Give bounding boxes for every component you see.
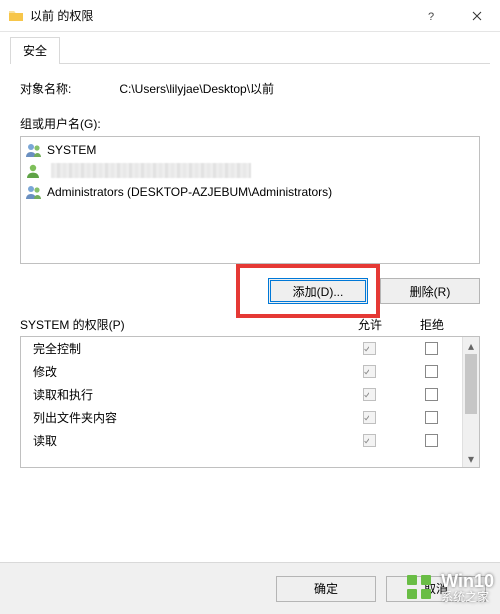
allow-checkbox[interactable] [363,411,376,424]
dialog-button-bar: 确定 取消 [0,562,500,614]
object-path: C:\Users\lilyjae\Desktop\以前 [119,80,274,97]
allow-checkbox[interactable] [363,434,376,447]
groups-label: 组或用户名(G): [20,115,480,132]
list-item-label: Administrators (DESKTOP-AZJEBUM\Administ… [47,185,332,199]
permission-name: 列出文件夹内容 [33,409,338,426]
svg-text:?: ? [428,11,434,21]
help-button[interactable]: ? [408,0,454,32]
permission-row: 列出文件夹内容 [21,406,462,429]
scroll-thumb[interactable] [465,354,477,414]
deny-column-header: 拒绝 [401,316,463,333]
scroll-up-arrow[interactable]: ▴ [463,337,479,354]
permissions-title: SYSTEM 的权限(P) [20,316,339,333]
close-button[interactable] [454,0,500,32]
scroll-down-arrow[interactable]: ▾ [463,450,479,467]
deny-checkbox[interactable] [425,342,438,355]
permission-row: 修改 [21,360,462,383]
permission-name: 读取 [33,432,338,449]
permission-row: 读取 [21,429,462,452]
tab-security[interactable]: 安全 [10,37,60,64]
permission-name: 完全控制 [33,340,338,357]
permission-row: 读取和执行 [21,383,462,406]
list-item[interactable]: SYSTEM [21,139,479,160]
deny-checkbox[interactable] [425,411,438,424]
allow-checkbox[interactable] [363,365,376,378]
list-item-label: SYSTEM [47,143,96,157]
add-button[interactable]: 添加(D)... [268,278,368,304]
permission-row: 完全控制 [21,337,462,360]
list-item[interactable]: Administrators (DESKTOP-AZJEBUM\Administ… [21,181,479,202]
group-icon [25,142,43,158]
cancel-button[interactable]: 取消 [386,576,486,602]
scrollbar[interactable]: ▴ ▾ [462,337,479,467]
list-item[interactable] [21,160,479,181]
groups-listbox[interactable]: SYSTEM Administrators (DESKTOP-AZJEBUM\A… [20,136,480,264]
deny-checkbox[interactable] [425,388,438,401]
user-icon [25,163,43,179]
titlebar: 以前 的权限 ? [0,0,500,32]
allow-checkbox[interactable] [363,388,376,401]
remove-button[interactable]: 删除(R) [380,278,480,304]
window-title: 以前 的权限 [30,7,93,24]
deny-checkbox[interactable] [425,365,438,378]
tabstrip: 安全 [0,32,500,64]
allow-column-header: 允许 [339,316,401,333]
redacted-username [51,163,251,178]
permission-name: 读取和执行 [33,386,338,403]
folder-icon [8,8,24,24]
permission-name: 修改 [33,363,338,380]
deny-checkbox[interactable] [425,434,438,447]
group-icon [25,184,43,200]
ok-button[interactable]: 确定 [276,576,376,602]
object-name-label: 对象名称: [20,80,71,97]
allow-checkbox[interactable] [363,342,376,355]
permissions-list: 完全控制 修改 读取和执行 列出文件夹内容 读取 [20,336,480,468]
